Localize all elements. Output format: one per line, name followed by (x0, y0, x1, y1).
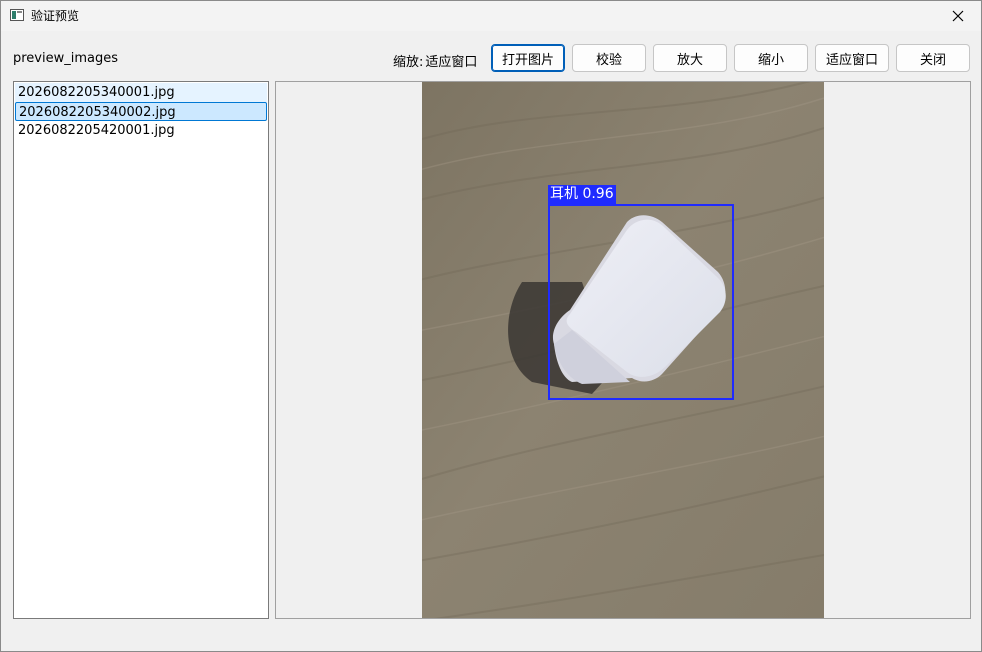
detection-bounding-box (548, 204, 734, 400)
zoom-prefix: 缩放: (393, 55, 424, 70)
detection-label: 耳机 0.96 (548, 185, 616, 204)
zoom-status: 缩放: 适应窗口 (393, 51, 477, 70)
window-close-button[interactable] (935, 1, 981, 31)
title-bar[interactable]: 验证预览 (1, 1, 981, 31)
main-window: 验证预览 preview_images 缩放: 适应窗口 打开图片 校验 放大 缩… (0, 0, 982, 652)
fit-window-button[interactable]: 适应窗口 (815, 44, 889, 72)
app-window-icon (10, 9, 24, 21)
zoom-in-button[interactable]: 放大 (653, 44, 727, 72)
close-icon (952, 10, 964, 22)
folder-name-label: preview_images (13, 51, 119, 66)
image-preview-panel[interactable]: 耳机 0.96 (275, 81, 971, 619)
file-list-item-selected[interactable]: 2026082205340002.jpg (15, 102, 267, 121)
zoom-value: 适应窗口 (425, 55, 478, 70)
file-list[interactable]: 2026082205340001.jpg 2026082205340002.jp… (13, 81, 269, 619)
file-list-item[interactable]: 2026082205340001.jpg (15, 83, 267, 102)
window-title: 验证预览 (31, 9, 80, 23)
preview-image: 耳机 0.96 (422, 82, 824, 618)
verify-button[interactable]: 校验 (572, 44, 646, 72)
open-image-button[interactable]: 打开图片 (491, 44, 565, 72)
file-list-item[interactable]: 2026082205420001.jpg (15, 121, 267, 140)
zoom-out-button[interactable]: 缩小 (734, 44, 808, 72)
close-button[interactable]: 关闭 (896, 44, 970, 72)
